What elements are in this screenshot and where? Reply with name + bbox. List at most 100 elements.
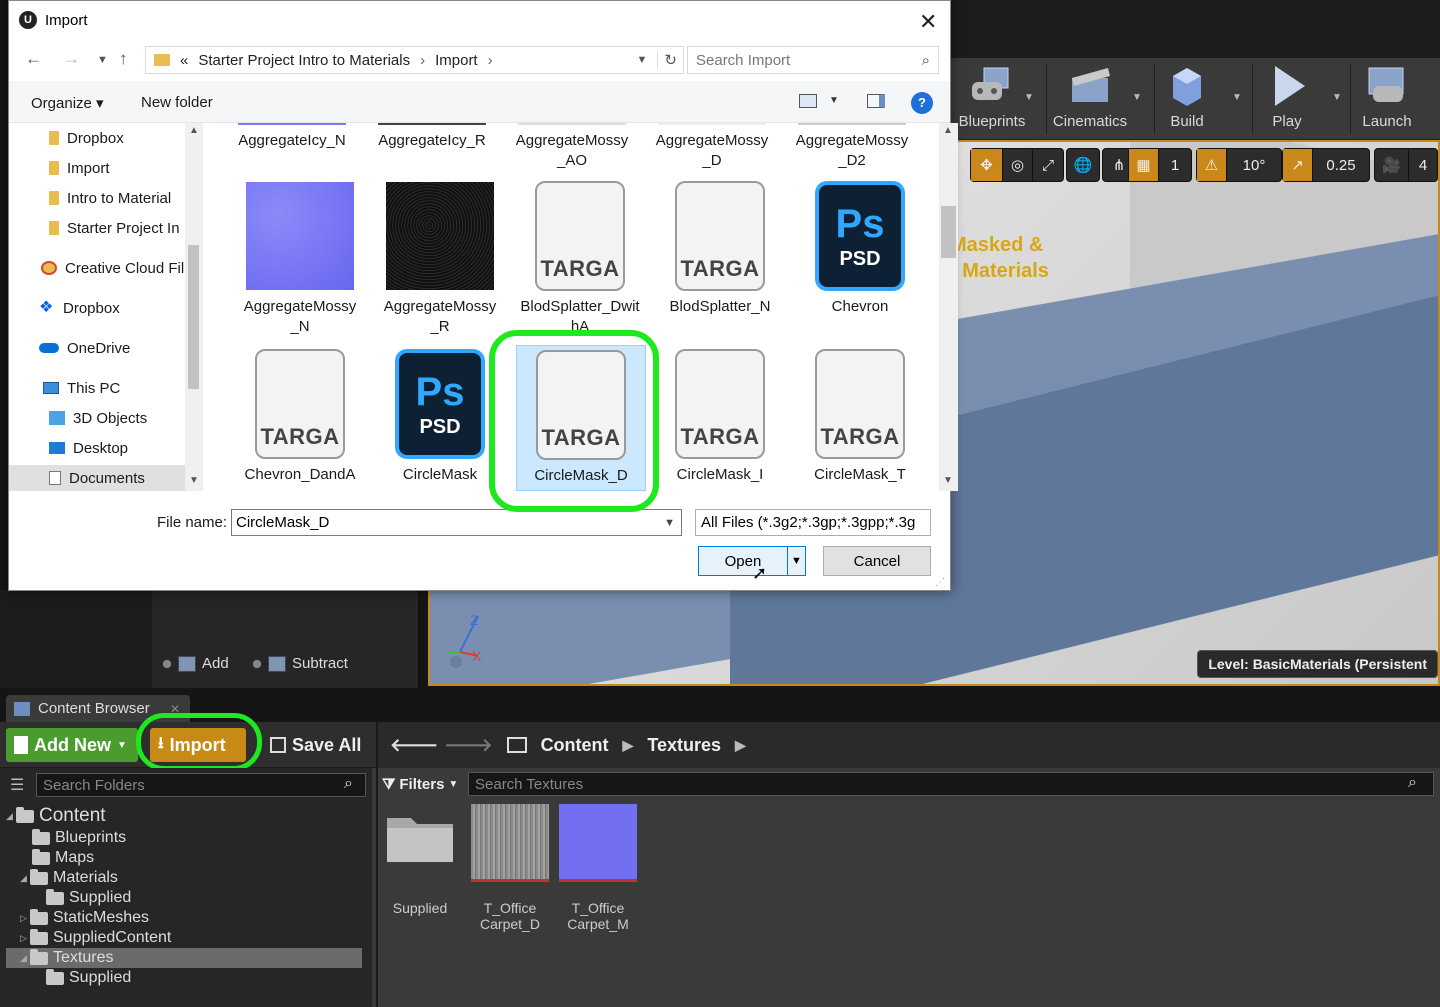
scale-snap-control[interactable]: ↗ 0.25	[1282, 148, 1370, 182]
brush-add-option[interactable]: Add	[162, 655, 229, 672]
scroll-down-icon[interactable]: ▼	[189, 475, 199, 486]
tree-item-textures[interactable]: ◢ Textures	[6, 948, 362, 968]
address-bar[interactable]: « Starter Project Intro to Materials › I…	[145, 46, 684, 74]
chevron-right-icon[interactable]: ›	[488, 52, 493, 69]
chevron-down-icon[interactable]: ▼	[1232, 92, 1242, 103]
scroll-up-icon[interactable]: ▲	[943, 125, 953, 136]
expand-triangle-icon[interactable]: ◢	[6, 811, 16, 822]
file-item[interactable]: TARGA Chevron_DandA	[231, 349, 369, 485]
scroll-up-icon[interactable]: ▲	[189, 125, 199, 136]
chevron-down-icon[interactable]: ▼	[787, 547, 805, 575]
preview-pane-icon[interactable]	[867, 94, 885, 108]
rotate-icon[interactable]: ◎	[1003, 149, 1033, 181]
brush-subtract-option[interactable]: Subtract	[252, 655, 348, 672]
search-textures-input[interactable]: Search Textures	[468, 772, 1434, 796]
radio-icon[interactable]	[162, 658, 172, 669]
tree-item-textures-supplied[interactable]: Supplied	[46, 968, 131, 988]
path-segment-textures[interactable]: Textures	[647, 735, 721, 756]
toolbar-play-button[interactable]: Play	[1254, 58, 1320, 140]
new-folder-button[interactable]: New folder	[141, 94, 213, 111]
rotation-snap-control[interactable]: ⚠ 10°	[1196, 148, 1282, 182]
nav-item-dropbox-folder[interactable]: Dropbox	[49, 127, 124, 149]
nav-item-intro-to-materials[interactable]: Intro to Material	[49, 187, 171, 209]
radio-icon[interactable]	[252, 658, 262, 669]
breadcrumb-starter-project[interactable]: Starter Project Intro to Materials	[198, 52, 410, 69]
camera-speed-control[interactable]: 🎥 4	[1374, 148, 1438, 182]
search-import-input[interactable]: Search Import ⌕	[687, 46, 939, 74]
nav-item-desktop[interactable]: Desktop	[49, 437, 128, 459]
file-item[interactable]: AggregateMossy_R	[371, 181, 509, 337]
save-all-button[interactable]: Save All	[262, 728, 370, 762]
search-folders-input[interactable]: Search Folders	[36, 773, 366, 797]
tree-item-materials[interactable]: ◢ Materials	[20, 868, 118, 888]
file-item[interactable]: AggregateIcy_R	[363, 123, 501, 151]
path-segment-content[interactable]: Content	[541, 735, 609, 756]
organize-button[interactable]: Organize ▾	[31, 94, 104, 112]
nav-item-documents[interactable]: Documents	[9, 465, 185, 491]
breadcrumb-import[interactable]: Import	[435, 52, 478, 69]
toolbar-cinematics-button[interactable]: Cinematics	[1046, 58, 1134, 140]
chevron-down-icon[interactable]: ▼	[1332, 92, 1342, 103]
file-item[interactable]: TARGA BlodSplatter_N	[651, 181, 789, 317]
file-item[interactable]: Ps PSD Chevron	[791, 181, 929, 317]
back-arrow-icon[interactable]: 🡐	[390, 735, 438, 756]
world-local-toggle[interactable]: 🌐	[1066, 148, 1100, 182]
chevron-down-icon[interactable]: ▼	[664, 517, 675, 529]
resize-grip-icon[interactable]: ⋰	[935, 577, 945, 588]
expand-triangle-icon[interactable]: ◢	[20, 953, 30, 964]
chevron-down-icon[interactable]: ▼	[1024, 92, 1034, 103]
forward-arrow-icon[interactable]: 🡒	[444, 735, 492, 756]
toolbar-launch-button[interactable]: Launch	[1352, 58, 1422, 140]
asset-t-office-carpet-d[interactable]: T_Office Carpet_D	[470, 804, 550, 932]
file-item[interactable]: TARGA CircleMask_T	[791, 349, 929, 485]
toolbar-blueprints-button[interactable]: Blueprints	[950, 58, 1034, 140]
nav-item-starter-project[interactable]: Starter Project In	[49, 217, 180, 239]
toolbar-build-button[interactable]: Build	[1154, 58, 1220, 140]
breadcrumb-overflow[interactable]: «	[180, 52, 188, 69]
file-item[interactable]: AggregateMossy_D	[643, 123, 781, 171]
back-arrow-icon[interactable]: ←	[25, 49, 42, 69]
chevron-down-icon[interactable]: ▼	[637, 54, 648, 66]
tree-item-suppliedcontent[interactable]: ▷ SuppliedContent	[20, 928, 171, 948]
help-icon[interactable]: ?	[911, 92, 933, 114]
files-scrollbar[interactable]	[939, 123, 958, 491]
nav-item-creative-cloud[interactable]: Creative Cloud File	[41, 257, 193, 279]
collapse-triangle-icon[interactable]: ▷	[20, 933, 30, 944]
globe-icon[interactable]: 🌐	[1067, 149, 1099, 181]
asset-t-office-carpet-m[interactable]: T_Office Carpet_M	[558, 804, 638, 932]
close-icon[interactable]: ✕	[919, 9, 937, 35]
add-new-button[interactable]: Add New ▼	[6, 728, 138, 762]
file-item[interactable]: AggregateMossy_D2	[783, 123, 921, 171]
scale-icon[interactable]: ⤢	[1033, 149, 1063, 181]
nav-item-dropbox[interactable]: ❖ Dropbox	[39, 297, 120, 319]
tree-item-blueprints[interactable]: Blueprints	[32, 828, 126, 848]
up-arrow-icon[interactable]: ↑	[119, 49, 128, 69]
expand-triangle-icon[interactable]: ◢	[20, 873, 30, 884]
forward-arrow-icon[interactable]: →	[63, 49, 80, 69]
grid-snap-control[interactable]: ▦ 1	[1128, 148, 1192, 182]
tree-item-staticmeshes[interactable]: ▷ StaticMeshes	[20, 908, 149, 928]
camera-speed-value[interactable]: 4	[1409, 149, 1437, 181]
files-scrollbar-thumb[interactable]	[941, 206, 956, 258]
asset-folder-supplied[interactable]: Supplied	[380, 804, 460, 916]
chevron-down-icon[interactable]: ▼	[829, 95, 839, 106]
chevron-right-icon[interactable]: ▶	[735, 737, 746, 754]
file-type-select[interactable]: All Files (*.3g2;*.3gp;*.3gpp;*.3g	[695, 509, 931, 536]
transform-tools[interactable]: ✥ ◎ ⤢	[970, 148, 1064, 182]
cancel-button[interactable]: Cancel	[823, 546, 931, 576]
grid-snap-value[interactable]: 1	[1159, 149, 1191, 181]
rotation-snap-value[interactable]: 10°	[1227, 149, 1281, 181]
view-options-icon[interactable]	[799, 94, 817, 108]
collapse-triangle-icon[interactable]: ▷	[20, 913, 30, 924]
file-item[interactable]: AggregateIcy_N	[223, 123, 361, 151]
file-item[interactable]: AggregateMossy_AO	[503, 123, 641, 171]
chevron-down-icon[interactable]: ▼	[1132, 92, 1142, 103]
file-item[interactable]: TARGA CircleMask_I	[651, 349, 789, 485]
file-name-input[interactable]: CircleMask_D ▼	[231, 509, 682, 536]
chevron-right-icon[interactable]: ›	[420, 52, 425, 69]
translate-icon[interactable]: ✥	[971, 149, 1003, 181]
nav-item-import[interactable]: Import	[49, 157, 110, 179]
camera-icon[interactable]: 🎥	[1375, 149, 1409, 181]
chevron-right-icon[interactable]: ▶	[623, 737, 634, 754]
tree-item-materials-supplied[interactable]: Supplied	[46, 888, 131, 908]
